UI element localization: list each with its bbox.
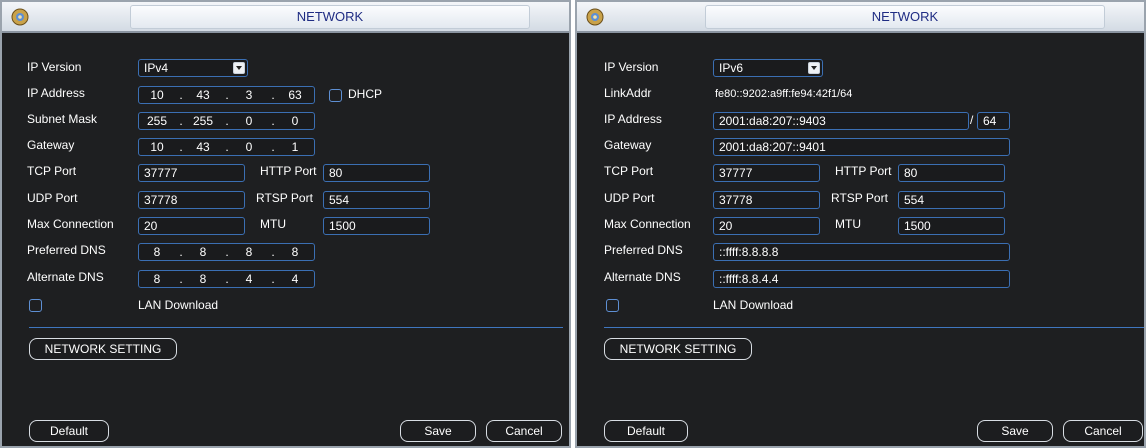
dialog-title: NETWORK <box>871 9 939 24</box>
udp-port-input[interactable]: 37778 <box>138 191 245 209</box>
alternate-dns-octet-4[interactable]: 4 <box>277 271 313 287</box>
gateway-octet-1[interactable]: 10 <box>139 139 175 155</box>
gateway-input[interactable]: 10 . 43 . 0 . 1 <box>138 138 315 156</box>
gateway-label: Gateway <box>604 138 652 152</box>
section-divider <box>29 327 563 328</box>
subnet-mask-label: Subnet Mask <box>27 112 98 126</box>
mtu-input[interactable]: 1500 <box>898 217 1005 235</box>
network-setting-button[interactable]: NETWORK SETTING <box>604 338 752 360</box>
ip-version-value: IPv4 <box>144 61 169 75</box>
mtu-label: MTU <box>835 217 861 231</box>
network-dialog-ipv6: NETWORK IP Version IPv6 LinkAddr fe80::9… <box>575 0 1146 448</box>
ip-version-label: IP Version <box>27 60 82 74</box>
preferred-dns-octet-4[interactable]: 8 <box>277 244 313 260</box>
cancel-button[interactable]: Cancel <box>1063 420 1143 442</box>
section-divider <box>604 327 1144 328</box>
cancel-button[interactable]: Cancel <box>486 420 562 442</box>
subnet-octet-2[interactable]: 255 <box>185 113 221 129</box>
dialog-title: NETWORK <box>296 9 364 24</box>
preferred-dns-input[interactable]: 8 . 8 . 8 . 8 <box>138 243 315 261</box>
linkaddr-value: fe80::9202:a9ff:fe94:42f1/64 <box>715 88 853 100</box>
preferred-dns-label: Preferred DNS <box>27 243 106 257</box>
preferred-dns-octet-2[interactable]: 8 <box>185 244 221 260</box>
subnet-octet-4[interactable]: 0 <box>277 113 313 129</box>
mtu-input[interactable]: 1500 <box>323 217 430 235</box>
subnet-mask-input[interactable]: 255 . 255 . 0 . 0 <box>138 112 315 130</box>
lan-download-label: LAN Download <box>713 298 794 312</box>
ip-version-label: IP Version <box>604 60 659 74</box>
alternate-dns-label: Alternate DNS <box>27 270 104 284</box>
udp-port-label: UDP Port <box>27 191 78 205</box>
tcp-port-label: TCP Port <box>27 164 77 178</box>
preferred-dns-input[interactable]: ::ffff:8.8.8.8 <box>713 243 1010 261</box>
udp-port-label: UDP Port <box>604 191 655 205</box>
ip-address-input[interactable]: 10 . 43 . 3 . 63 <box>138 86 315 104</box>
subnet-octet-3[interactable]: 0 <box>231 113 267 129</box>
default-button[interactable]: Default <box>604 420 688 442</box>
ip-address-input[interactable]: 2001:da8:207::9403 <box>713 112 969 130</box>
app-logo-icon <box>11 8 29 26</box>
max-connection-label: Max Connection <box>604 217 691 231</box>
mtu-label: MTU <box>260 217 286 231</box>
ip-address-label: IP Address <box>604 112 662 126</box>
ip-address-octet-2[interactable]: 43 <box>185 87 221 103</box>
lan-download-checkbox[interactable] <box>606 299 619 312</box>
title-bar: NETWORK <box>2 2 569 33</box>
rtsp-port-label: RTSP Port <box>256 191 313 205</box>
preferred-dns-octet-3[interactable]: 8 <box>231 244 267 260</box>
chevron-down-icon[interactable] <box>233 62 245 74</box>
rtsp-port-input[interactable]: 554 <box>898 191 1005 209</box>
preferred-dns-label: Preferred DNS <box>604 243 683 257</box>
gateway-octet-4[interactable]: 1 <box>277 139 313 155</box>
network-setting-button[interactable]: NETWORK SETTING <box>29 338 177 360</box>
ip-version-value: IPv6 <box>719 61 744 75</box>
alternate-dns-octet-3[interactable]: 4 <box>231 271 267 287</box>
gateway-input[interactable]: 2001:da8:207::9401 <box>713 138 1010 156</box>
ip-address-octet-3[interactable]: 3 <box>231 87 267 103</box>
ip-address-octet-4[interactable]: 63 <box>277 87 313 103</box>
tcp-port-input[interactable]: 37777 <box>138 164 245 182</box>
lan-download-label: LAN Download <box>138 298 219 312</box>
lan-download-checkbox[interactable] <box>29 299 42 312</box>
ip-address-octet-1[interactable]: 10 <box>139 87 175 103</box>
linkaddr-label: LinkAddr <box>604 86 652 100</box>
chevron-down-icon[interactable] <box>808 62 820 74</box>
http-port-input[interactable]: 80 <box>898 164 1005 182</box>
prefix-separator: / <box>970 113 974 127</box>
alternate-dns-octet-2[interactable]: 8 <box>185 271 221 287</box>
alternate-dns-octet-1[interactable]: 8 <box>139 271 175 287</box>
app-logo-icon <box>586 8 604 26</box>
alternate-dns-input[interactable]: 8 . 8 . 4 . 4 <box>138 270 315 288</box>
http-port-input[interactable]: 80 <box>323 164 430 182</box>
default-button[interactable]: Default <box>29 420 109 442</box>
save-button[interactable]: Save <box>977 420 1053 442</box>
tcp-port-input[interactable]: 37777 <box>713 164 820 182</box>
max-connection-label: Max Connection <box>27 217 114 231</box>
ip-version-select[interactable]: IPv4 <box>138 59 248 77</box>
subnet-octet-1[interactable]: 255 <box>139 113 175 129</box>
udp-port-input[interactable]: 37778 <box>713 191 820 209</box>
max-connection-input[interactable]: 20 <box>138 217 245 235</box>
alternate-dns-label: Alternate DNS <box>604 270 681 284</box>
rtsp-port-input[interactable]: 554 <box>323 191 430 209</box>
tcp-port-label: TCP Port <box>604 164 654 178</box>
preferred-dns-octet-1[interactable]: 8 <box>139 244 175 260</box>
ip-version-select[interactable]: IPv6 <box>713 59 823 77</box>
alternate-dns-input[interactable]: ::ffff:8.8.4.4 <box>713 270 1010 288</box>
network-dialog-ipv4: NETWORK IP Version IPv4 IP Address 10 . … <box>0 0 571 448</box>
dhcp-label: DHCP <box>348 87 383 101</box>
dhcp-checkbox[interactable] <box>329 89 342 102</box>
http-port-label: HTTP Port <box>835 164 892 178</box>
gateway-label: Gateway <box>27 138 75 152</box>
rtsp-port-label: RTSP Port <box>831 191 888 205</box>
save-button[interactable]: Save <box>400 420 476 442</box>
prefix-length-input[interactable]: 64 <box>977 112 1010 130</box>
http-port-label: HTTP Port <box>260 164 317 178</box>
max-connection-input[interactable]: 20 <box>713 217 820 235</box>
gateway-octet-3[interactable]: 0 <box>231 139 267 155</box>
ip-address-label: IP Address <box>27 86 85 100</box>
gateway-octet-2[interactable]: 43 <box>185 139 221 155</box>
title-bar: NETWORK <box>577 2 1144 33</box>
